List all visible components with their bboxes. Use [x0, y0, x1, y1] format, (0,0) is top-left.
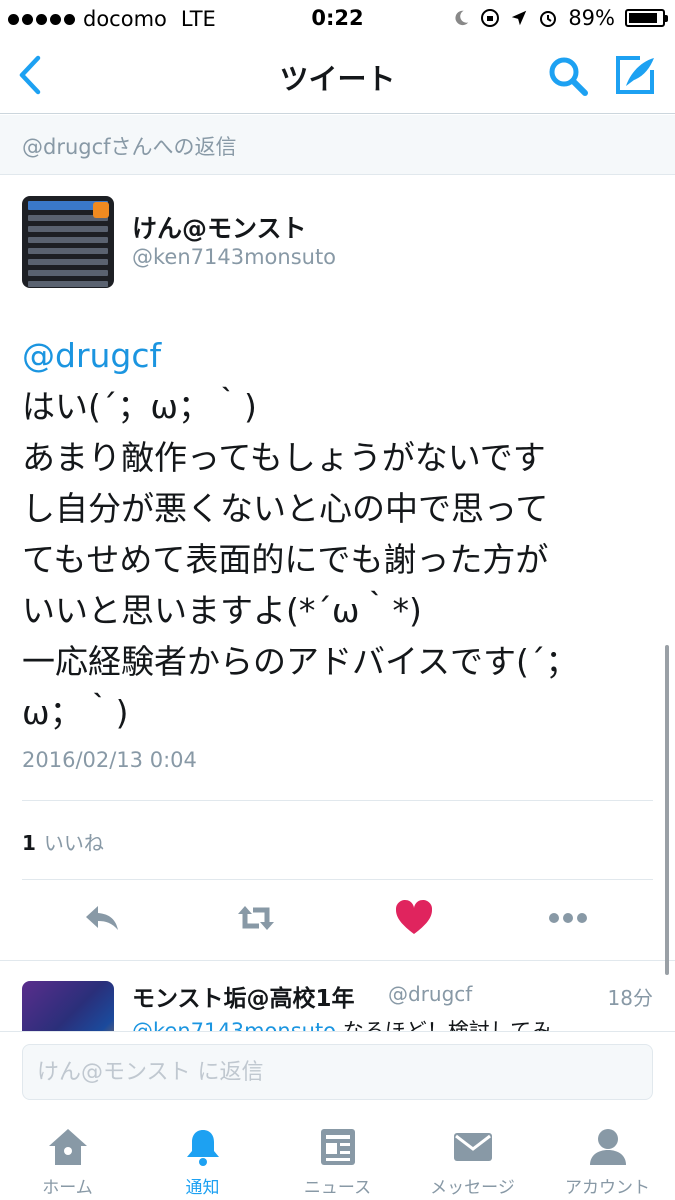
scrollbar[interactable] [665, 645, 669, 975]
author-name[interactable]: けん@モンスト [132, 209, 307, 245]
news-icon [320, 1129, 355, 1165]
alarm-icon [540, 11, 557, 27]
tab-home[interactable]: ホーム [0, 1127, 135, 1200]
tweet-line: はい(´；ω；｀) [22, 387, 257, 426]
likes-count: 1 [22, 831, 36, 855]
moon-icon [455, 10, 469, 26]
compose-tweet-icon[interactable] [612, 52, 658, 98]
tab-label: 通知 [185, 1178, 220, 1198]
location-icon [512, 10, 527, 26]
retweet-icon[interactable] [236, 898, 276, 938]
battery-percent: 89% [568, 6, 615, 30]
reply-icon[interactable] [82, 898, 122, 938]
home-icon [48, 1129, 87, 1165]
rotation-lock-icon [481, 9, 500, 27]
status-right: 89% [452, 6, 668, 30]
tweet-line: てもせめて表面的にでも謝った方が [22, 540, 549, 579]
reply-author-name[interactable]: モンスト垢@高校1年 [132, 979, 355, 1013]
tab-label: ホーム [42, 1178, 93, 1198]
reply-context-banner[interactable]: @drugcfさんへの返信 [0, 115, 675, 175]
tab-bar: ホーム 通知 ニュース メッセージ アカウント [0, 1115, 675, 1200]
reply-bar [0, 1031, 675, 1115]
more-options-icon[interactable] [548, 898, 588, 938]
reply-body: なるほど！検討してみ [336, 1019, 553, 1031]
tab-label: ニュース [303, 1178, 372, 1198]
tweet-timestamp: 2016/02/13 0:04 [22, 748, 197, 772]
person-icon [589, 1129, 626, 1165]
status-bar: docomo LTE 0:22 89% [0, 0, 675, 38]
reply-author-handle: @drugcf [388, 982, 473, 1006]
battery-icon [625, 9, 668, 27]
tweet-text: @drugcf はい(´；ω；｀) あまり敵作ってもしょうがないです し自分が悪… [22, 330, 652, 738]
tweet-line: し自分が悪くないと心の中で思って [22, 489, 549, 528]
tweet-line: 一応経験者からのアドバイスです(´； [22, 642, 579, 681]
author-handle[interactable]: @ken7143monsuto [132, 245, 336, 269]
tweet-mention-link[interactable]: @drugcf [22, 330, 652, 381]
divider [22, 800, 653, 801]
tab-label: メッセージ [430, 1178, 515, 1198]
reply-time: 18分 [607, 986, 653, 1010]
tab-label: アカウント [565, 1178, 650, 1198]
tab-news[interactable]: ニュース [270, 1127, 405, 1200]
reply-tweet-preview[interactable]: モンスト垢@高校1年 @drugcf 18分 @ken7143monsuto な… [0, 961, 675, 1031]
tweet-line: いいと思いますよ(*´ω｀*) [22, 591, 422, 630]
tab-account[interactable]: アカウント [540, 1127, 675, 1200]
divider [22, 879, 653, 880]
likes-label: いいね [43, 831, 104, 855]
envelope-icon [453, 1133, 492, 1161]
reply-mention-link[interactable]: @ken7143monsuto [132, 1019, 336, 1031]
like-heart-icon[interactable] [394, 898, 434, 938]
battery-fill [629, 13, 658, 23]
likes-summary[interactable]: 1 いいね [22, 827, 104, 856]
reply-input[interactable] [22, 1044, 653, 1100]
reply-author-avatar[interactable] [22, 981, 114, 1031]
reply-text: @ken7143monsuto なるほど！検討してみ [132, 1015, 552, 1031]
tweet-line: ω；｀) [22, 693, 129, 732]
bell-icon [186, 1130, 219, 1166]
tweet-line: あまり敵作ってもしょうがないです [22, 438, 546, 477]
search-icon[interactable] [546, 54, 590, 98]
tab-messages[interactable]: メッセージ [405, 1127, 540, 1200]
nav-bar: ツイート [0, 38, 675, 114]
tab-notifications[interactable]: 通知 [135, 1127, 270, 1200]
author-avatar[interactable] [22, 196, 114, 288]
